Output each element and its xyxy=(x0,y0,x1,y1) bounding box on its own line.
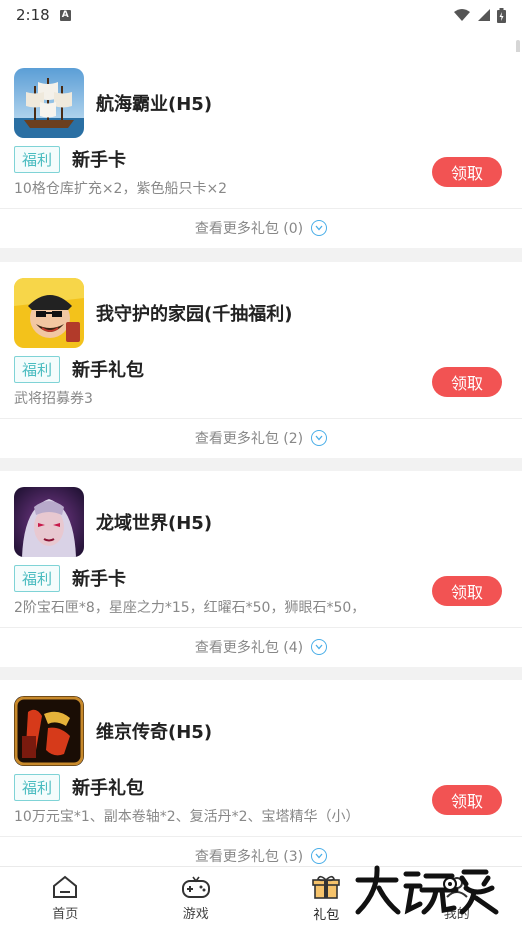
app-root: 2:18 A 航海霸业(H5) 福利 新手卡 10格仓库扩充×2，紫色船只卡×2… xyxy=(0,0,522,928)
more-gifts-label: 查看更多礼包 (3) xyxy=(194,849,304,865)
card-header[interactable]: 我守护的家园(千抽福利) xyxy=(14,278,292,348)
gift-description: 2阶宝石匣*8，星座之力*15，红曜石*50，狮眼石*50， xyxy=(14,600,366,616)
cartoon-warrior-icon[interactable] xyxy=(14,278,84,348)
gift-description: 10格仓库扩充×2，紫色船只卡×2 xyxy=(14,181,228,197)
gift-description: 武将招募券3 xyxy=(14,391,93,407)
more-gifts-label: 查看更多礼包 (4) xyxy=(194,640,304,656)
card-header[interactable]: 航海霸业(H5) xyxy=(14,68,212,138)
welfare-badge: 福利 xyxy=(14,565,61,592)
game-name[interactable]: 我守护的家园(千抽福利) xyxy=(96,300,292,326)
legend-calligraphy-icon[interactable] xyxy=(14,696,84,766)
welfare-badge: 福利 xyxy=(14,146,61,173)
status-left: 2:18 A xyxy=(16,6,71,24)
gift-card: 我守护的家园(千抽福利) 福利 新手礼包 武将招募券3 领取 查看更多礼包 (2… xyxy=(0,262,522,458)
nav-games-label: 游戏 xyxy=(182,906,209,922)
chevron-down-icon xyxy=(311,639,328,655)
nav-gifts-label: 礼包 xyxy=(313,907,340,923)
nav-home-label: 首页 xyxy=(52,906,79,922)
gamepad-icon xyxy=(181,876,210,898)
gift-title: 新手礼包 xyxy=(72,778,144,799)
chevron-down-icon xyxy=(311,848,328,864)
claim-button[interactable]: 领取 xyxy=(432,785,502,815)
dawanjia-logo xyxy=(352,862,512,918)
card-header[interactable]: 维京传奇(H5) xyxy=(14,696,212,766)
wifi-icon xyxy=(454,9,470,21)
gift-title: 新手卡 xyxy=(72,150,126,171)
gift-title: 新手卡 xyxy=(72,569,126,590)
game-name[interactable]: 维京传奇(H5) xyxy=(96,718,212,744)
gift-title: 新手礼包 xyxy=(72,360,144,381)
gift-description: 10万元宝*1、副本卷轴*2、复活丹*2、宝塔精华（小） xyxy=(14,809,360,825)
more-gifts-label: 查看更多礼包 (0) xyxy=(194,221,304,237)
gift-icon xyxy=(312,875,341,899)
welfare-badge: 福利 xyxy=(14,356,61,383)
gift-card: 龙域世界(H5) 福利 新手卡 2阶宝石匣*8，星座之力*15，红曜石*50，狮… xyxy=(0,471,522,667)
more-gifts-link[interactable]: 查看更多礼包 (2) xyxy=(0,419,522,457)
status-time: 2:18 xyxy=(16,6,50,24)
sailing-ship-icon[interactable] xyxy=(14,68,84,138)
claim-button[interactable]: 领取 xyxy=(432,367,502,397)
more-gifts-link[interactable]: 查看更多礼包 (0) xyxy=(0,209,522,247)
more-gifts-link[interactable]: 查看更多礼包 (4) xyxy=(0,628,522,666)
game-name[interactable]: 龙域世界(H5) xyxy=(96,509,212,535)
card-header[interactable]: 龙域世界(H5) xyxy=(14,487,212,557)
chevron-down-icon xyxy=(311,430,328,446)
dark-sorceress-icon[interactable] xyxy=(14,487,84,557)
welfare-badge: 福利 xyxy=(14,774,61,801)
game-name[interactable]: 航海霸业(H5) xyxy=(96,90,212,116)
a-badge-icon: A xyxy=(59,9,71,21)
more-gifts-label: 查看更多礼包 (2) xyxy=(194,431,304,447)
top-spacer xyxy=(0,30,522,52)
status-bar: 2:18 A xyxy=(0,0,522,30)
claim-button[interactable]: 领取 xyxy=(432,576,502,606)
signal-icon xyxy=(478,9,490,21)
nav-home[interactable]: 首页 xyxy=(0,867,131,928)
gift-card: 航海霸业(H5) 福利 新手卡 10格仓库扩充×2，紫色船只卡×2 领取 查看更… xyxy=(0,52,522,248)
battery-charging-icon xyxy=(497,7,506,23)
claim-button[interactable]: 领取 xyxy=(432,157,502,187)
status-right xyxy=(453,7,506,23)
home-icon xyxy=(53,875,78,898)
chevron-down-icon xyxy=(311,220,328,236)
nav-games[interactable]: 游戏 xyxy=(131,867,262,928)
gift-card: 维京传奇(H5) 福利 新手礼包 10万元宝*1、副本卷轴*2、复活丹*2、宝塔… xyxy=(0,680,522,866)
